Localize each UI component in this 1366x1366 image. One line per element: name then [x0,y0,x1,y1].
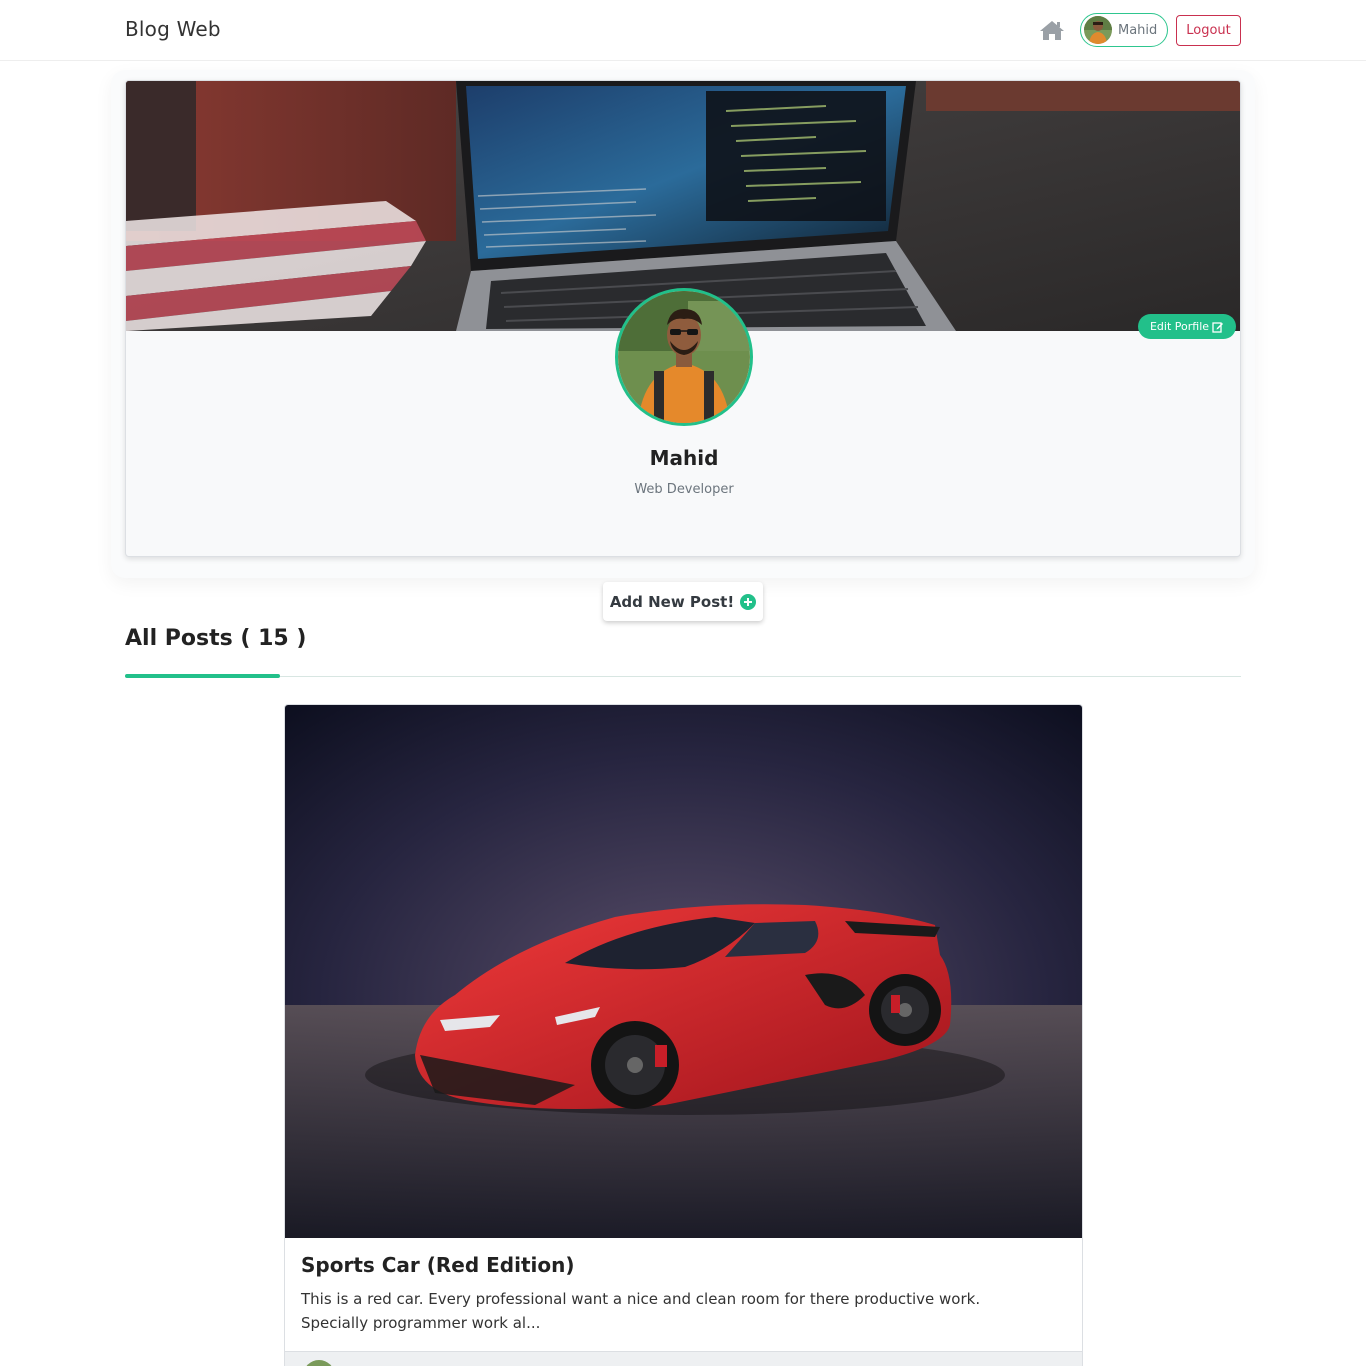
profile-avatar [615,288,753,426]
navbar: Blog Web Mahid Logout [0,0,1366,61]
brand-logo[interactable]: Blog Web [125,17,221,41]
post-image[interactable] [285,705,1083,1238]
posts-heading: All Posts ( 15 ) [125,626,307,651]
user-menu-button[interactable]: Mahid [1080,13,1168,47]
avatar [1084,16,1112,44]
edit-icon [1212,321,1224,333]
post-card[interactable]: Sports Car (Red Edition) This is a red c… [284,704,1083,1366]
divider [125,676,1241,677]
edit-profile-label: Edit Porfile [1149,320,1210,333]
heading-underline [125,674,280,678]
post-excerpt-line: This is a red car. Every professional wa… [301,1290,981,1308]
profile-role: Web Developer [634,482,734,497]
post-excerpt: This is a red car. Every professional wa… [301,1287,1061,1335]
home-icon[interactable] [1039,19,1065,41]
author-avatar [303,1360,335,1366]
logout-button[interactable]: Logout [1176,15,1241,46]
plus-circle-icon [740,593,757,610]
post-excerpt-line: Specially programmer work al... [301,1314,541,1332]
profile-name: Mahid [649,446,719,470]
post-footer [285,1351,1082,1366]
add-new-post-label: Add New Post! [609,592,735,611]
user-name-label: Mahid [1118,22,1158,38]
add-new-post-button[interactable]: Add New Post! [603,582,763,621]
edit-profile-button[interactable]: Edit Porfile [1138,314,1236,339]
profile-card: Edit Porfile Mahid Web Developer [125,80,1241,557]
post-title[interactable]: Sports Car (Red Edition) [301,1253,575,1277]
